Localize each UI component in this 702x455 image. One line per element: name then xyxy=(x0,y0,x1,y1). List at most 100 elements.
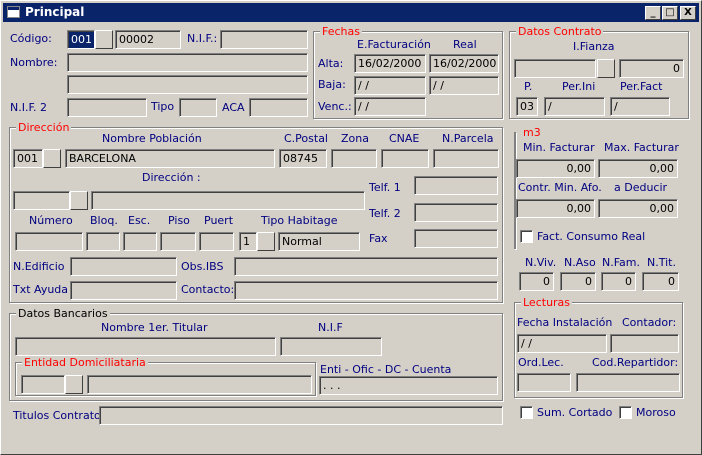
contrmin-field[interactable]: 0,00 xyxy=(516,199,595,218)
tipohab-code-field[interactable]: 1 xyxy=(239,232,257,251)
telf1-label: Telf. 1 xyxy=(369,181,401,194)
cnae-label: CNAE xyxy=(389,132,420,145)
nfam-field[interactable]: 0 xyxy=(601,272,636,291)
tipo-field[interactable] xyxy=(179,98,217,117)
p-label: P. xyxy=(524,80,533,93)
numero-label: Número xyxy=(29,214,73,227)
calle-type-field[interactable] xyxy=(13,191,70,210)
piso-field[interactable] xyxy=(160,232,196,251)
sumcortado-checkbox[interactable] xyxy=(520,406,533,419)
poblacion-lookup-button[interactable] xyxy=(43,149,61,168)
alta-efact-field[interactable]: 16/02/2000 xyxy=(354,54,426,73)
poblacion-code-field[interactable]: 001 xyxy=(13,149,43,168)
edificio-field[interactable] xyxy=(70,257,177,276)
baja-real-field[interactable]: / / xyxy=(429,76,499,95)
fianza-dropdown-button[interactable] xyxy=(597,59,615,78)
direccion-field[interactable] xyxy=(91,191,365,210)
nombre2-field[interactable] xyxy=(67,75,308,94)
txtayuda-field[interactable] xyxy=(70,281,177,300)
tipo-label: Tipo xyxy=(151,100,175,113)
cnae-field[interactable] xyxy=(381,149,429,168)
codigo-number-field[interactable]: 00002 xyxy=(115,30,181,49)
sumcortado-label: Sum. Cortado xyxy=(537,406,613,419)
telf2-field[interactable] xyxy=(414,203,498,222)
close-button[interactable]: X xyxy=(680,6,696,20)
puert-field[interactable] xyxy=(199,232,234,251)
contador-label: Contador: xyxy=(622,316,677,329)
deducir-field[interactable]: 0,00 xyxy=(598,199,678,218)
codigo-field[interactable]: 001 xyxy=(67,30,95,49)
esc-field[interactable] xyxy=(123,232,157,251)
cpostal-label: C.Postal xyxy=(284,132,328,145)
alta-real-field[interactable]: 16/02/2000 xyxy=(429,54,499,73)
entidad-title: Entidad Domiciliataria xyxy=(22,356,148,369)
titulos-field[interactable] xyxy=(99,406,503,425)
titulos-label: Titulos Contrato xyxy=(13,409,101,422)
ordlec-field[interactable] xyxy=(517,373,571,392)
cpostal-field[interactable]: 08745 xyxy=(279,149,327,168)
p-field[interactable]: 03 xyxy=(516,97,538,116)
bloq-field[interactable] xyxy=(86,232,120,251)
entidad-lookup-button[interactable] xyxy=(65,375,83,394)
tipohab-lookup-button[interactable] xyxy=(257,232,275,251)
minfact-label: Min. Facturar xyxy=(523,141,595,154)
telf2-label: Telf. 2 xyxy=(369,207,401,220)
codrep-label: Cod.Repartidor: xyxy=(592,356,679,369)
txtayuda-label: Txt Ayuda xyxy=(13,283,69,296)
contrato-title: Datos Contrato xyxy=(516,25,604,38)
telf1-field[interactable] xyxy=(414,176,498,195)
poblacion-field[interactable]: BARCELONA xyxy=(65,149,275,168)
contacto-label: Contacto: xyxy=(181,283,235,296)
venc-efact-field[interactable]: / / xyxy=(354,97,426,116)
fianza-label: I.Fianza xyxy=(573,40,615,53)
nviv-field[interactable]: 0 xyxy=(519,272,554,291)
piso-label: Piso xyxy=(168,214,190,227)
minfact-field[interactable]: 0,00 xyxy=(516,159,595,178)
codigo-lookup-button[interactable] xyxy=(95,30,113,49)
codrep-field[interactable] xyxy=(576,373,680,392)
fianza-field[interactable]: 0 xyxy=(619,59,684,78)
consumo-label: Fact. Consumo Real xyxy=(537,230,646,243)
baja-efact-field[interactable]: / / xyxy=(354,76,426,95)
fianza-select[interactable] xyxy=(514,59,596,78)
puert-label: Puert xyxy=(204,214,234,227)
zona-field[interactable] xyxy=(331,149,377,168)
m3-group: m3 xyxy=(514,126,543,249)
contador-field[interactable] xyxy=(610,334,679,353)
banco-nif-field[interactable] xyxy=(280,337,382,356)
maximize-button[interactable]: □ xyxy=(662,6,678,20)
bancarios-title: Datos Bancarios xyxy=(16,307,110,320)
contacto-field[interactable] xyxy=(234,281,498,300)
tipohab-field[interactable]: Normal xyxy=(278,232,360,251)
numero-field[interactable] xyxy=(15,232,83,251)
consumo-checkbox[interactable] xyxy=(520,230,533,243)
calle-lookup-button[interactable] xyxy=(70,191,88,210)
title-bar: Principal _ □ X xyxy=(3,3,699,22)
parcela-label: N.Parcela xyxy=(442,132,494,145)
ntit-field[interactable]: 0 xyxy=(642,272,679,291)
zona-label: Zona xyxy=(341,132,369,145)
perini-label: Per.Ini xyxy=(562,80,596,93)
fax-field[interactable] xyxy=(414,229,498,248)
moroso-checkbox[interactable] xyxy=(619,406,632,419)
nombre-field[interactable] xyxy=(67,53,308,72)
aca-field[interactable] xyxy=(249,98,308,117)
entidad-field[interactable] xyxy=(87,375,312,394)
naso-field[interactable]: 0 xyxy=(560,272,596,291)
maxfact-field[interactable]: 0,00 xyxy=(598,159,678,178)
entidad-code-field[interactable] xyxy=(21,375,65,394)
perfact-field[interactable]: / xyxy=(610,97,670,116)
obsibs-field[interactable] xyxy=(234,257,498,276)
nombre-label: Nombre: xyxy=(10,56,58,69)
nif-field[interactable] xyxy=(220,30,308,49)
cuenta-field[interactable]: . . . xyxy=(319,376,498,395)
nif2-field[interactable] xyxy=(67,98,147,117)
fecha-instalacion-field[interactable]: / / xyxy=(517,334,607,353)
banco-nif-label: N.I.F xyxy=(318,321,343,334)
real-label: Real xyxy=(453,38,477,51)
efact-label: E.Facturación xyxy=(357,38,431,51)
minimize-button[interactable]: _ xyxy=(645,6,661,20)
titular-field[interactable] xyxy=(15,337,276,356)
perini-field[interactable]: / xyxy=(544,97,605,116)
parcela-field[interactable] xyxy=(433,149,499,168)
